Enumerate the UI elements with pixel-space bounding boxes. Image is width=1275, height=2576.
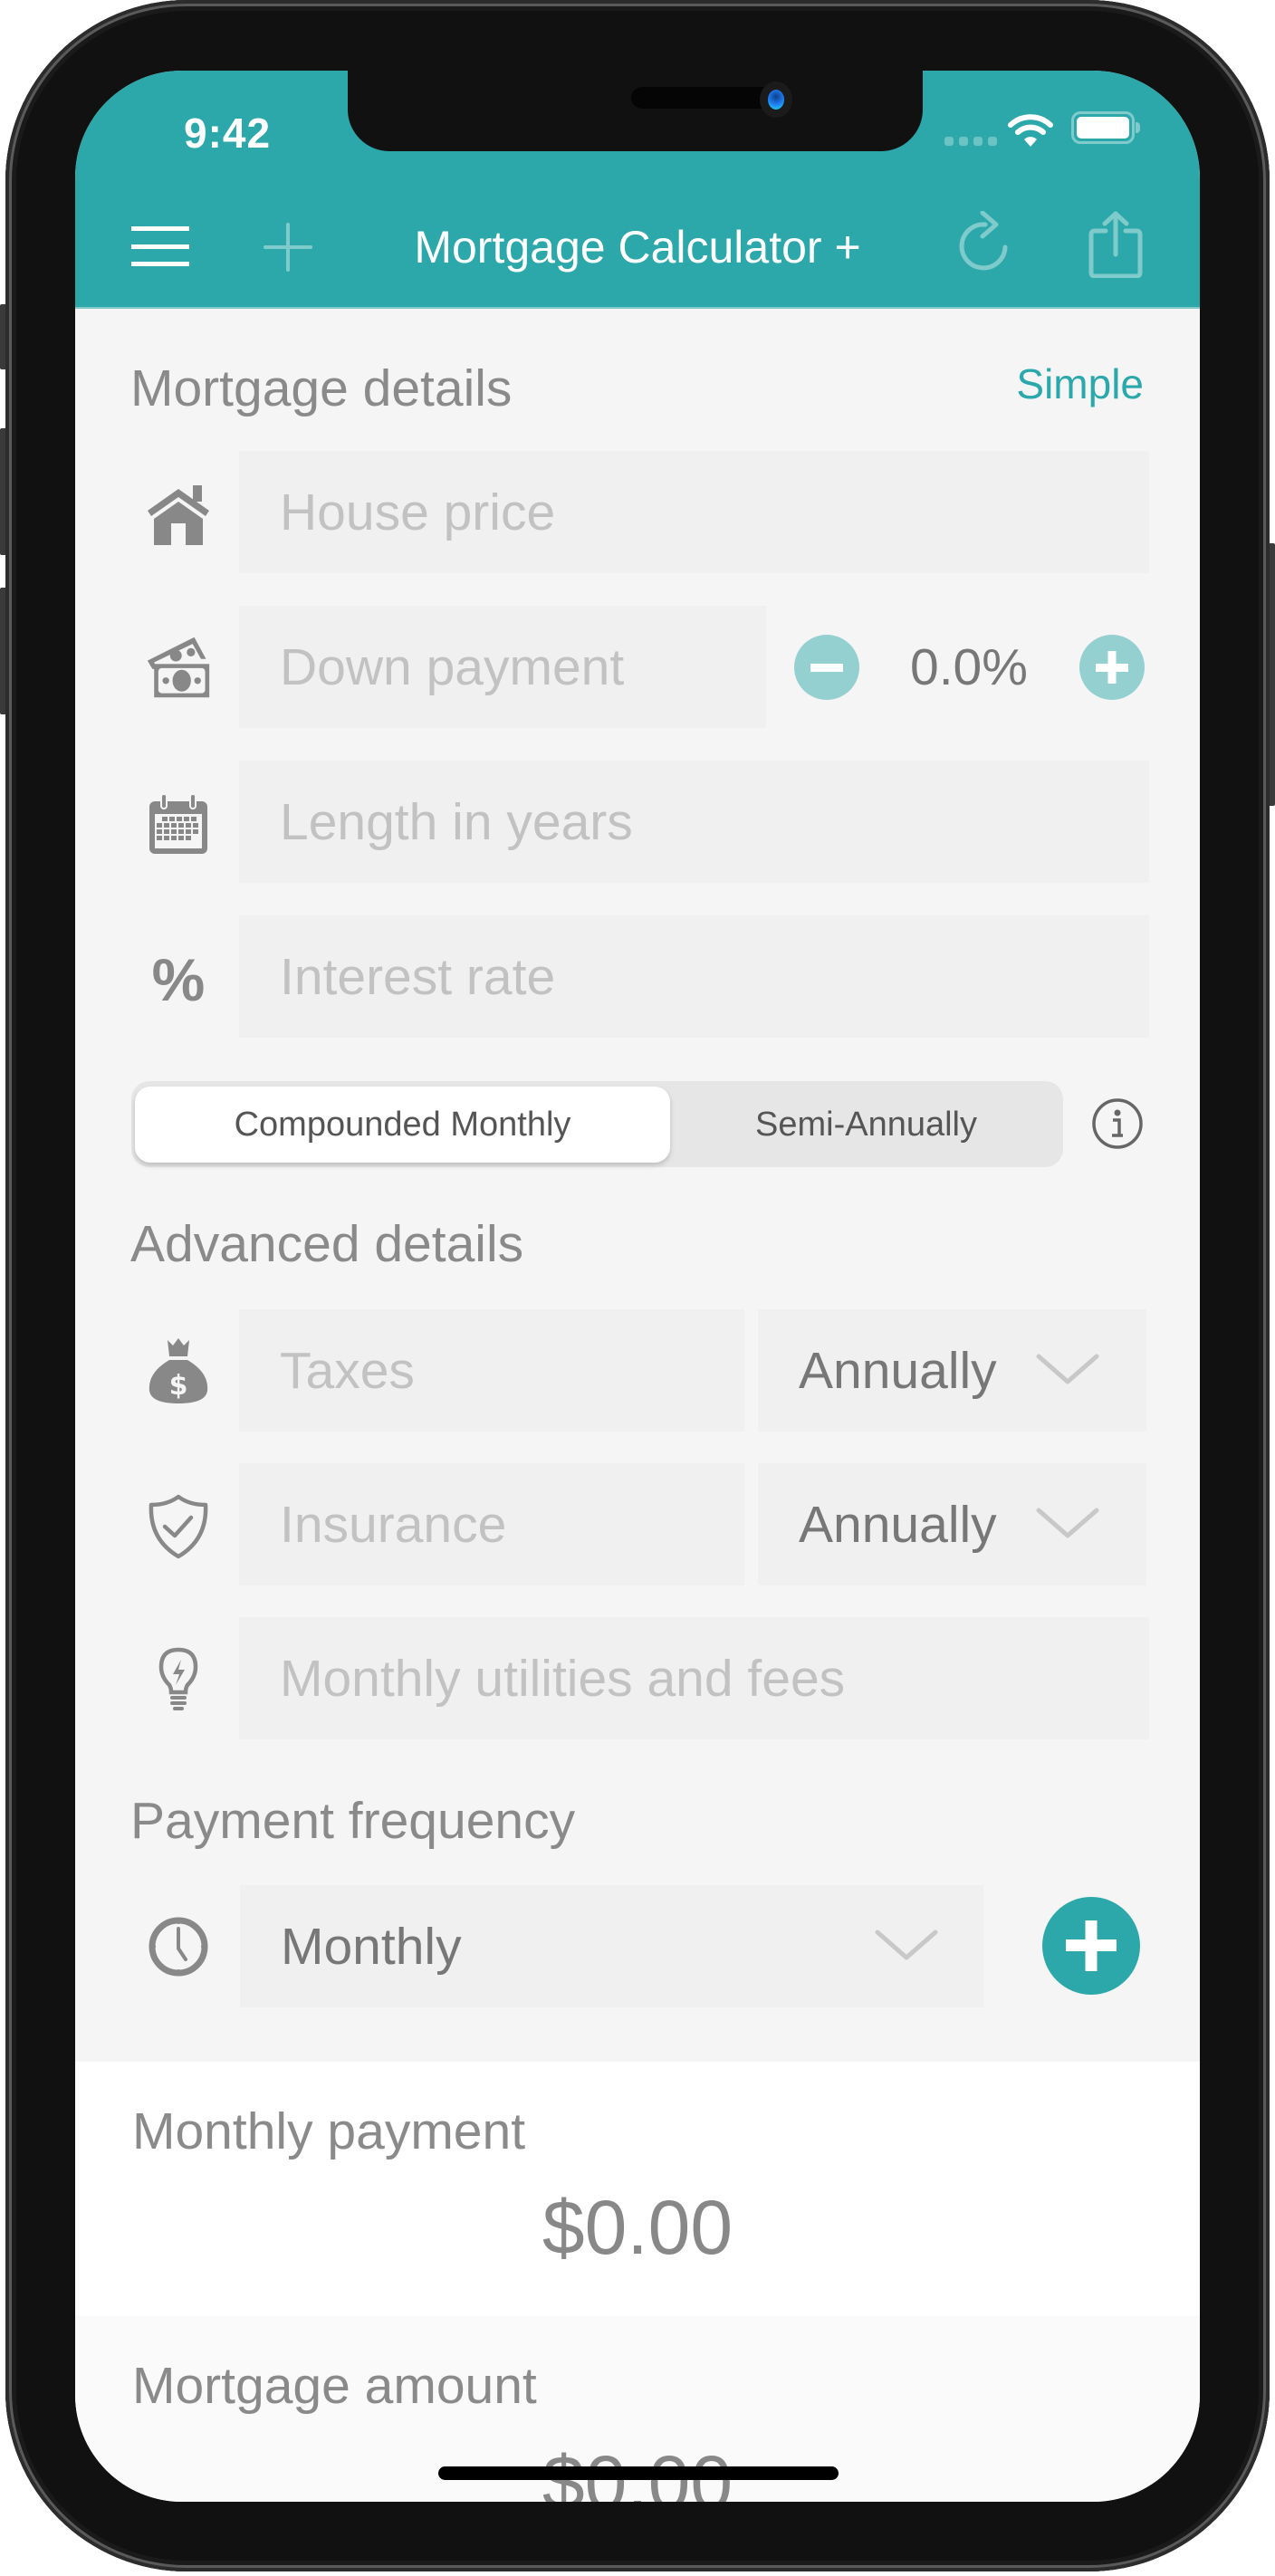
phone-screen: 9:42 Mortgage Calculator + Mortgage deta… — [75, 71, 1200, 2502]
length-placeholder: Length in years — [280, 792, 633, 851]
monthly-payment-card: Monthly payment $0.00 — [75, 2062, 1200, 2316]
wifi-icon — [1008, 114, 1053, 147]
status-time: 9:42 — [184, 110, 272, 157]
section-title-payment-frequency: Payment frequency — [130, 1792, 576, 1850]
down-payment-percent: 0.0% — [910, 638, 1028, 696]
signal-bars-icon — [944, 137, 997, 146]
insurance-period-select[interactable]: Annually — [758, 1463, 1146, 1585]
page-title: Mortgage Calculator + — [414, 222, 861, 273]
decrease-percent-button[interactable] — [794, 635, 859, 700]
compounding-segmented-control: Compounded Monthly Semi-Annually — [131, 1081, 1063, 1167]
house-price-placeholder: House price — [280, 483, 556, 541]
calendar-icon — [146, 792, 211, 857]
shield-check-icon — [146, 1494, 211, 1559]
share-icon[interactable] — [1088, 211, 1146, 278]
chevron-down-icon — [875, 1930, 938, 1960]
utilities-placeholder: Monthly utilities and fees — [280, 1649, 846, 1708]
payment-frequency-select[interactable]: Monthly — [240, 1885, 983, 2007]
interest-rate-placeholder: Interest rate — [280, 947, 556, 1006]
money-icon — [146, 635, 211, 700]
simple-mode-link[interactable]: Simple — [1016, 359, 1144, 409]
house-icon — [146, 482, 211, 547]
add-payment-frequency-button[interactable] — [1042, 1897, 1140, 1995]
down-payment-placeholder: Down payment — [280, 637, 625, 696]
section-title-mortgage-details: Mortgage details — [130, 359, 513, 417]
svg-text:$: $ — [169, 1370, 188, 1402]
increase-percent-button[interactable] — [1079, 635, 1145, 700]
money-bag-icon: $ — [146, 1338, 211, 1403]
monthly-utilities-input[interactable]: Monthly utilities and fees — [239, 1617, 1149, 1739]
notch — [348, 71, 923, 151]
home-indicator[interactable] — [438, 2466, 839, 2480]
payment-frequency-value: Monthly — [281, 1917, 462, 1976]
segment-semi-annually[interactable]: Semi-Annually — [673, 1087, 1059, 1163]
segment-compounded-monthly[interactable]: Compounded Monthly — [135, 1087, 670, 1163]
taxes-period-select[interactable]: Annually — [758, 1309, 1146, 1432]
length-in-years-input[interactable]: Length in years — [239, 761, 1149, 883]
house-price-input[interactable]: House price — [239, 451, 1149, 573]
mortgage-amount-label: Mortgage amount — [132, 2357, 537, 2415]
down-payment-input[interactable]: Down payment — [239, 606, 766, 728]
chevron-down-icon — [1036, 1508, 1099, 1538]
monthly-payment-value: $0.00 — [542, 2185, 733, 2270]
interest-rate-input[interactable]: Interest rate — [239, 915, 1149, 1038]
front-camera — [760, 81, 792, 118]
insurance-period-value: Annually — [799, 1495, 997, 1554]
taxes-placeholder: Taxes — [280, 1341, 415, 1400]
lightbulb-icon — [146, 1647, 211, 1712]
percent-icon: % — [151, 946, 206, 1013]
monthly-payment-label: Monthly payment — [132, 2102, 526, 2160]
section-title-advanced-details: Advanced details — [130, 1215, 524, 1273]
insurance-placeholder: Insurance — [280, 1495, 507, 1554]
plus-circle-icon — [1096, 651, 1128, 684]
info-icon[interactable] — [1091, 1097, 1144, 1150]
plus-circle-icon — [1066, 1920, 1117, 1971]
chevron-down-icon — [1036, 1354, 1099, 1384]
taxes-input[interactable]: Taxes — [239, 1309, 744, 1432]
refresh-icon[interactable] — [958, 211, 1016, 278]
clock-icon — [146, 1914, 211, 1979]
app-header: 9:42 Mortgage Calculator + — [75, 71, 1200, 309]
minus-circle-icon — [810, 664, 843, 672]
taxes-period-value: Annually — [799, 1341, 997, 1400]
battery-icon — [1071, 111, 1140, 144]
insurance-input[interactable]: Insurance — [239, 1463, 744, 1585]
